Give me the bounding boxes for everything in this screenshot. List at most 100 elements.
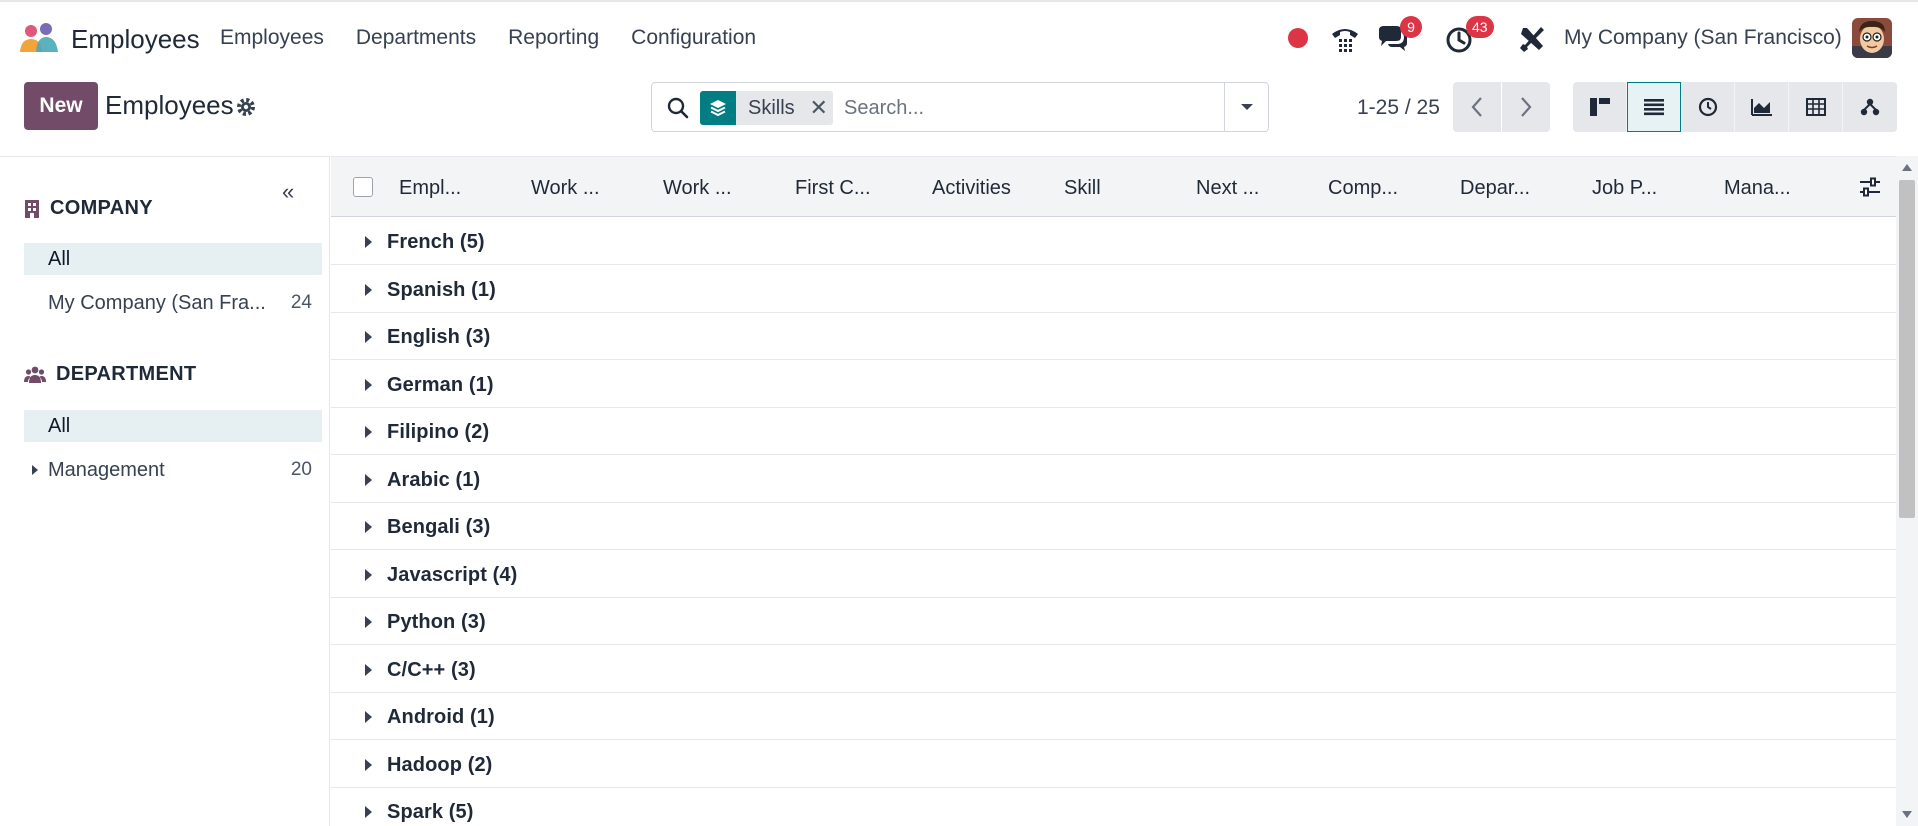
hierarchy-view-button[interactable]	[1843, 82, 1897, 132]
filter-count: 24	[290, 292, 312, 313]
list-view-button[interactable]	[1627, 82, 1681, 132]
caret-right-icon	[365, 236, 372, 248]
column-header-work-phone[interactable]: Work ...	[531, 177, 600, 200]
group-row[interactable]: Spanish (1)	[331, 266, 1896, 313]
list-scrollbar[interactable]	[1896, 156, 1918, 826]
activities-badge: 43	[1466, 16, 1494, 38]
group-row[interactable]: Android (1)	[331, 693, 1896, 740]
caret-right-icon	[365, 426, 372, 438]
group-row[interactable]: German (1)	[331, 361, 1896, 408]
search-facet-skills: Skills ✕	[700, 91, 833, 125]
group-row[interactable]: Arabic (1)	[331, 456, 1896, 503]
group-row[interactable]: English (3)	[331, 313, 1896, 360]
caret-right-icon[interactable]	[32, 465, 38, 475]
caret-right-icon	[365, 806, 372, 818]
recording-indicator-icon[interactable]	[1288, 28, 1308, 48]
company-switcher[interactable]: My Company (San Francisco)	[1564, 26, 1842, 50]
column-header-next-activity[interactable]: Next ...	[1196, 177, 1259, 200]
pager-next-button[interactable]	[1502, 82, 1550, 132]
caret-right-icon	[365, 473, 372, 486]
menu-reporting[interactable]: Reporting	[508, 26, 599, 50]
caret-right-icon	[365, 758, 372, 771]
clock-icon	[1698, 97, 1717, 117]
group-label: Filipino (2)	[387, 421, 490, 443]
filter-label: All	[48, 414, 71, 437]
remove-facet-icon[interactable]: ✕	[805, 95, 833, 121]
list-header: Empl... Work ... Work ... First C... Act…	[331, 157, 1896, 217]
column-header-skill[interactable]: Skill	[1064, 177, 1101, 200]
column-header-employee[interactable]: Empl...	[399, 177, 461, 200]
group-label: Spanish (1)	[387, 278, 496, 301]
scroll-thumb[interactable]	[1899, 180, 1915, 518]
company-filter-all[interactable]: All	[24, 243, 322, 275]
group-label: Javascript (4)	[387, 563, 518, 586]
hierarchy-icon	[1860, 98, 1880, 116]
column-header-department[interactable]: Depar...	[1460, 177, 1530, 200]
caret-right-icon	[365, 711, 372, 723]
column-header-manager[interactable]: Mana...	[1724, 177, 1791, 200]
department-section-header: DEPARTMENT	[24, 363, 196, 386]
menu-configuration[interactable]: Configuration	[631, 26, 756, 50]
group-label: Arabic (1)	[387, 468, 481, 491]
pivot-view-button[interactable]	[1789, 82, 1843, 132]
menu-employees[interactable]: Employees	[220, 26, 324, 50]
search-options-toggle[interactable]	[1224, 83, 1268, 131]
users-icon	[24, 366, 46, 383]
group-label: Android (1)	[387, 706, 495, 728]
group-label: Python (3)	[387, 611, 486, 633]
layers-icon	[700, 91, 736, 125]
group-row[interactable]: Bengali (3)	[331, 503, 1896, 550]
group-row[interactable]: Javascript (4)	[331, 551, 1896, 598]
search-icon[interactable]	[666, 96, 690, 120]
control-panel: New Employees Skills ✕ 1-25 / 25	[0, 74, 1918, 156]
scroll-down-icon[interactable]	[1902, 811, 1912, 818]
company-section-header: COMPANY	[24, 197, 153, 220]
column-header-work-email[interactable]: Work ...	[663, 177, 732, 200]
chevron-right-icon	[1521, 97, 1532, 117]
group-row[interactable]: C/C++ (3)	[331, 646, 1896, 693]
building-icon	[25, 199, 39, 218]
gear-icon[interactable]	[235, 96, 257, 118]
search-panel-sidebar: « COMPANY All My Company (San Fra... 24 …	[0, 156, 330, 826]
user-avatar[interactable]	[1852, 18, 1892, 58]
tools-icon[interactable]	[1515, 22, 1549, 56]
search-input[interactable]	[844, 91, 1204, 125]
group-row[interactable]: French (5)	[331, 218, 1896, 265]
kanban-view-button[interactable]	[1573, 82, 1627, 132]
filter-label: My Company (San Fra...	[48, 291, 266, 314]
department-filter-management[interactable]: Management 20	[24, 454, 322, 486]
department-filter-all[interactable]: All	[24, 410, 322, 442]
group-row[interactable]: Python (3)	[331, 598, 1896, 645]
page-title: Employees	[105, 90, 234, 120]
employees-app-icon[interactable]	[18, 22, 60, 54]
column-header-first-contract[interactable]: First C...	[795, 177, 871, 200]
column-header-company[interactable]: Comp...	[1328, 177, 1398, 200]
menu-departments[interactable]: Departments	[356, 26, 476, 50]
column-header-activities[interactable]: Activities	[932, 177, 1011, 200]
scroll-up-icon[interactable]	[1902, 164, 1912, 171]
new-button[interactable]: New	[24, 82, 98, 130]
group-row[interactable]: Hadoop (2)	[331, 741, 1896, 788]
group-label: Spark (5)	[387, 801, 474, 823]
facet-label: Skills	[748, 96, 795, 119]
group-row[interactable]: Spark (5)	[331, 788, 1896, 826]
phone-icon[interactable]	[1328, 22, 1362, 56]
graph-view-button[interactable]	[1735, 82, 1789, 132]
collapse-sidebar-icon[interactable]: «	[282, 179, 294, 205]
department-section-title: DEPARTMENT	[56, 363, 197, 385]
optional-columns-icon[interactable]	[1858, 175, 1882, 199]
filter-count: 20	[290, 459, 312, 480]
pager-previous-button[interactable]	[1453, 82, 1501, 132]
select-all-checkbox[interactable]	[353, 177, 373, 197]
app-name[interactable]: Employees	[71, 24, 200, 55]
group-label: French (5)	[387, 231, 485, 253]
activity-view-button[interactable]	[1681, 82, 1735, 132]
company-filter-my-company[interactable]: My Company (San Fra... 24	[24, 287, 322, 319]
caret-right-icon	[365, 283, 372, 296]
pager-value[interactable]: 1-25 / 25	[1357, 96, 1440, 120]
group-label: German (1)	[387, 373, 494, 396]
column-header-job-position[interactable]: Job P...	[1592, 177, 1657, 200]
caret-right-icon	[365, 378, 372, 391]
top-menu: Employees Departments Reporting Configur…	[220, 26, 788, 50]
group-row[interactable]: Filipino (2)	[331, 408, 1896, 455]
